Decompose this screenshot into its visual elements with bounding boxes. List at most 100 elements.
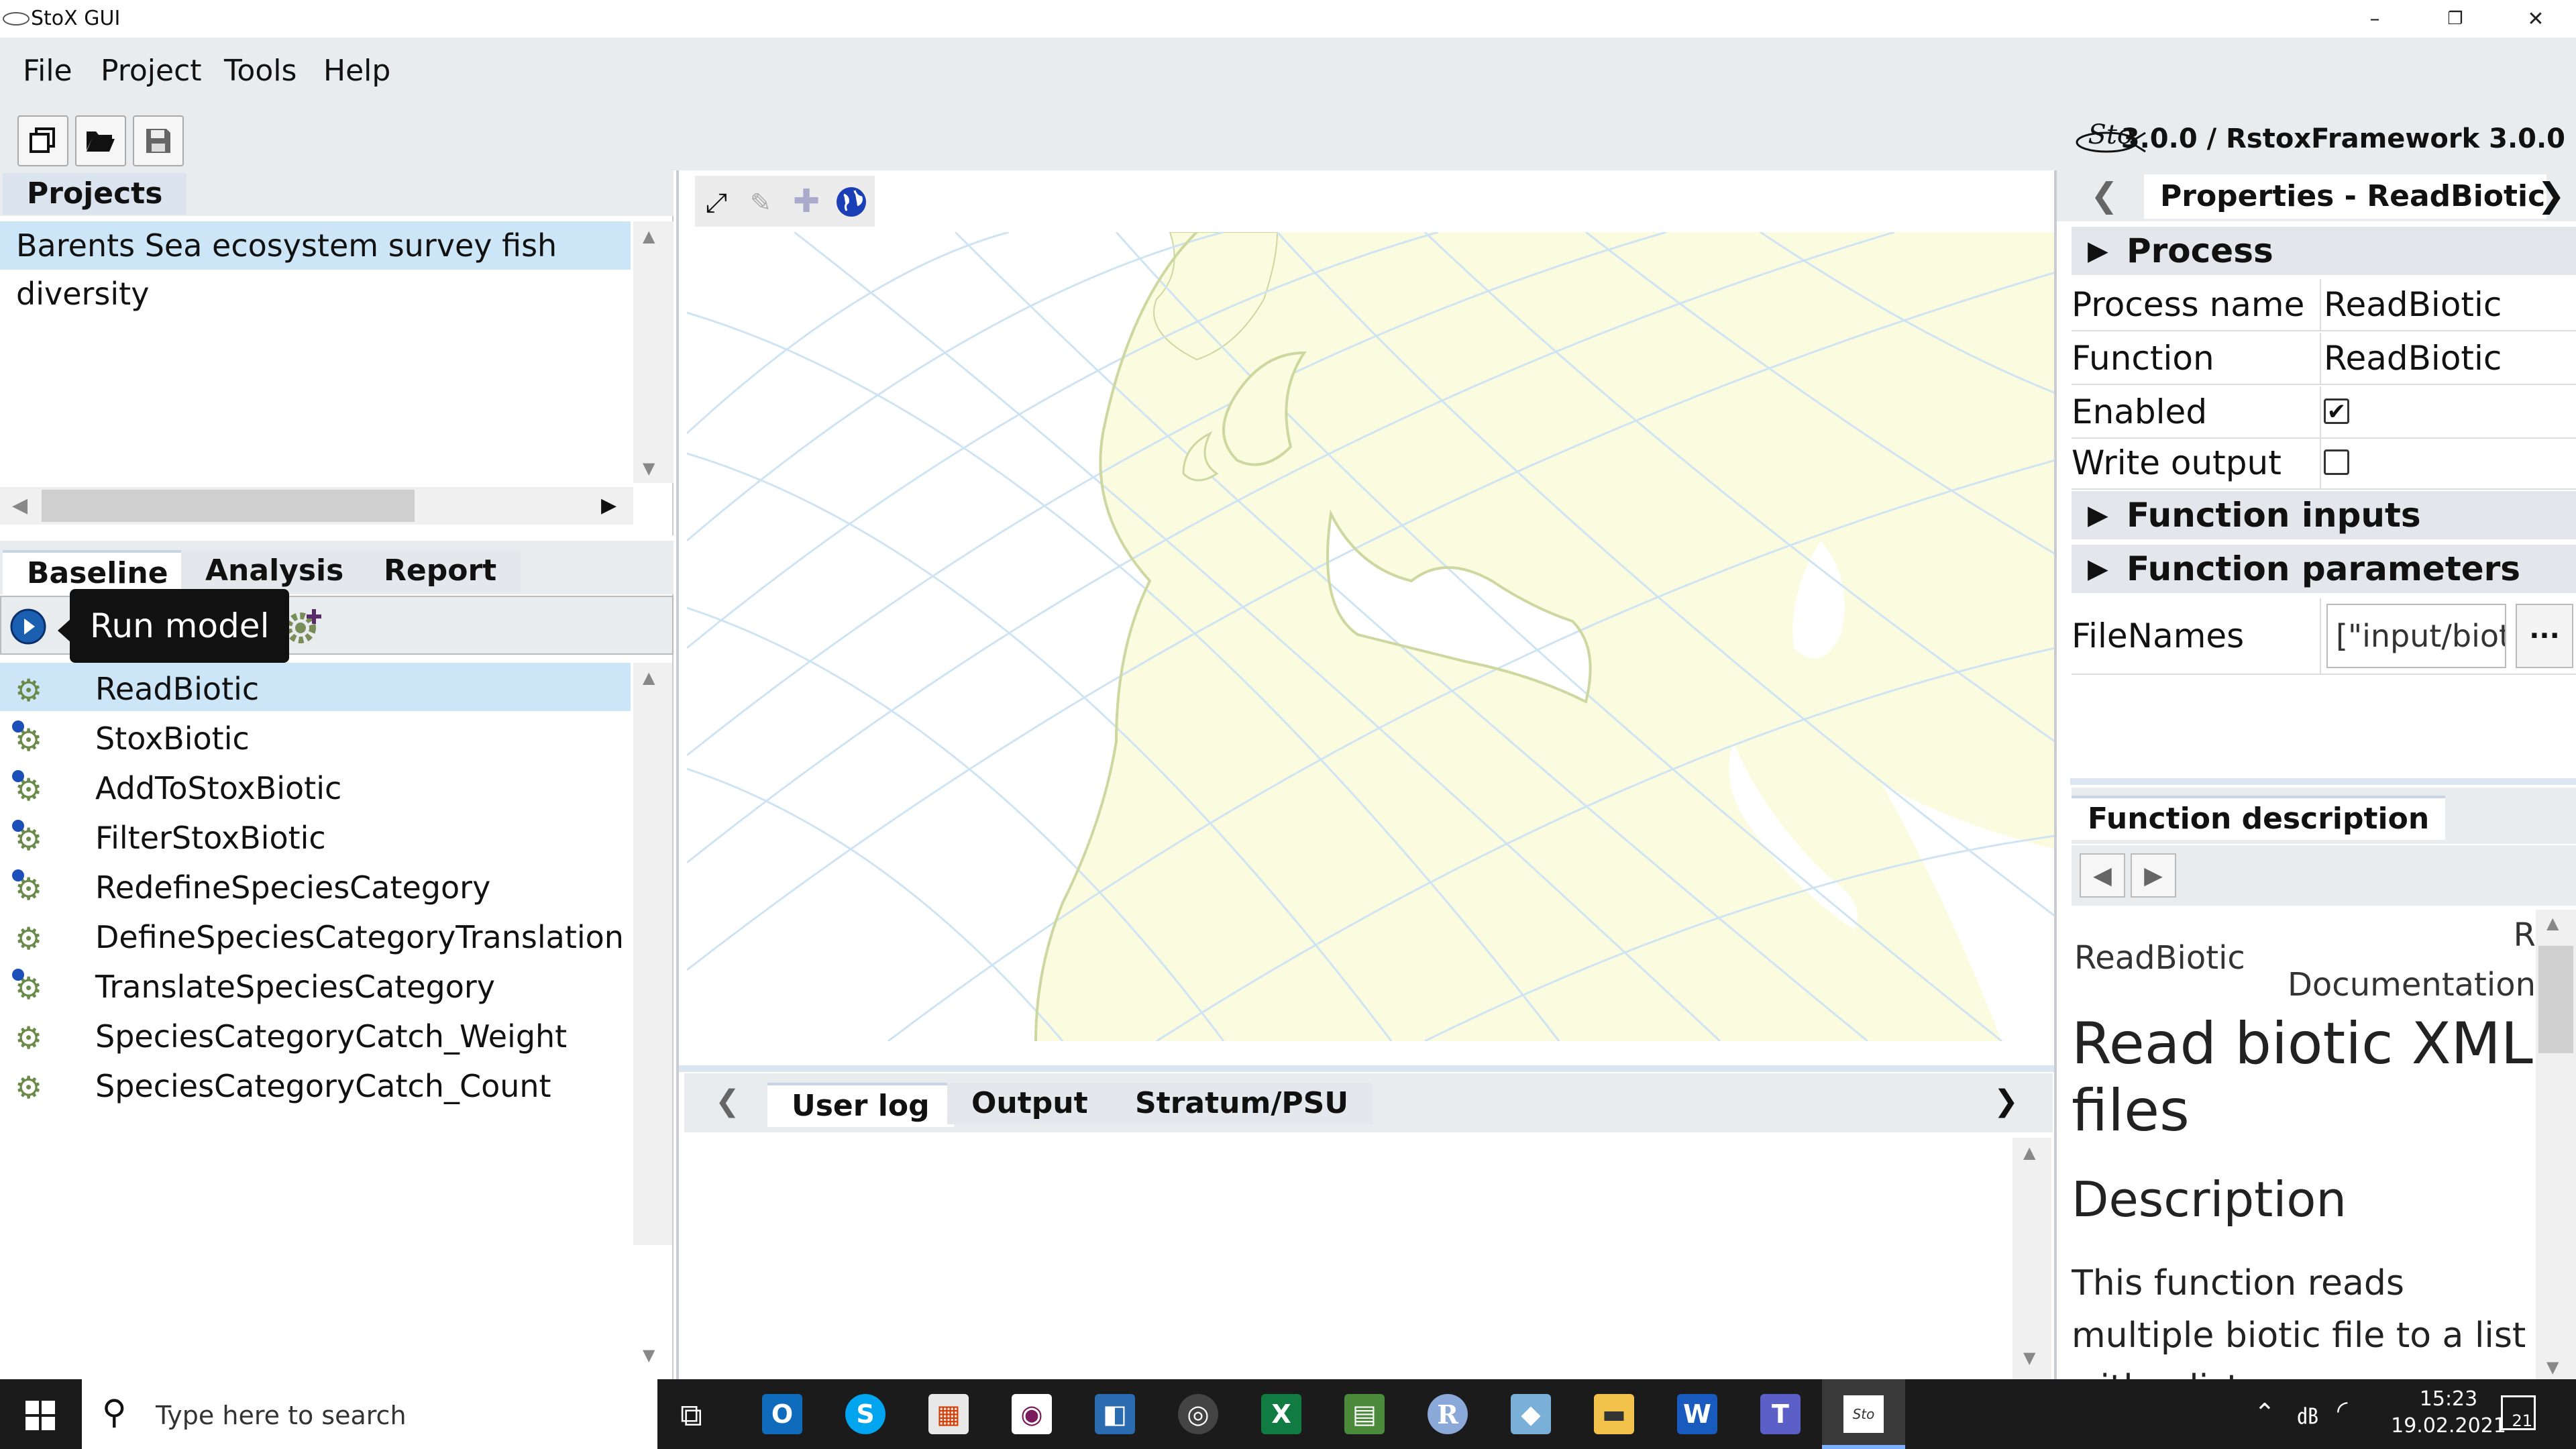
doc-label: Documentation <box>2287 966 2536 1004</box>
edit-pencil-icon[interactable]: ✎ <box>750 188 771 217</box>
close-button[interactable]: ✕ <box>2496 0 2576 38</box>
tabs-left-icon[interactable]: ❮ <box>715 1084 740 1118</box>
outlook-icon[interactable]: O <box>762 1394 802 1434</box>
tab-analysis[interactable]: Analysis <box>181 550 368 592</box>
filenames-input[interactable]: ["input/biot <box>2326 604 2506 668</box>
scroll-down-icon[interactable]: ▼ <box>643 1346 655 1364</box>
process-item-speciescategorycatch-weight[interactable]: ⚙ SpeciesCategoryCatch_Weight <box>0 1010 631 1059</box>
run-model-button[interactable] <box>9 608 47 645</box>
enabled-checkbox[interactable]: ✔ <box>2324 398 2349 424</box>
splitter-center[interactable] <box>679 1065 2054 1072</box>
file-explorer-icon[interactable]: ▬ <box>1594 1394 1634 1434</box>
process-name-field[interactable]: ReadBiotic <box>2324 279 2502 330</box>
prop-row-process-name: Process name ReadBiotic <box>2072 279 2576 331</box>
taskbar-search-box[interactable]: ⚲ Type here to search <box>82 1379 657 1449</box>
map-canvas[interactable] <box>687 232 2055 1041</box>
section-function-parameters[interactable]: ▶ Function parameters <box>2072 545 2576 593</box>
tab-baseline[interactable]: Baseline <box>3 550 193 594</box>
tab-stratum-psu[interactable]: Stratum/PSU <box>1111 1083 1373 1124</box>
app-icon-4[interactable]: ▤ <box>1344 1394 1385 1434</box>
excel-icon[interactable]: X <box>1261 1394 1301 1434</box>
app-icon-5[interactable]: ◆ <box>1511 1394 1551 1434</box>
language-icon[interactable]: ㏈ <box>2297 1399 2318 1430</box>
word-icon[interactable]: W <box>1677 1394 1717 1434</box>
function-field[interactable]: ReadBiotic <box>2324 333 2502 384</box>
forward-button[interactable]: ▶ <box>2131 853 2176 898</box>
tab-properties[interactable]: Properties - ReadBiotic <box>2144 174 2546 219</box>
process-item-speciescategorycatch-count[interactable]: ⚙ SpeciesCategoryCatch_Count <box>0 1060 631 1108</box>
scroll-down-icon[interactable]: ▼ <box>2546 1358 2559 1377</box>
scroll-right-icon[interactable]: ▶ <box>601 494 616 517</box>
windows-start-icon[interactable] <box>25 1401 55 1430</box>
menu-project[interactable]: Project <box>101 54 202 88</box>
zoom-extent-icon[interactable]: ⤢ <box>706 188 727 219</box>
scroll-down-icon[interactable]: ▼ <box>643 459 655 478</box>
open-project-button[interactable] <box>75 115 126 166</box>
menu-file[interactable]: File <box>23 54 72 88</box>
doc-r-label: R <box>2513 916 2536 954</box>
maximize-button[interactable]: ❐ <box>2415 0 2496 38</box>
process-item-readbiotic[interactable]: ⚙ ReadBiotic <box>0 663 631 711</box>
show-hidden-icons[interactable]: ⌃ <box>2254 1398 2275 1428</box>
save-project-button[interactable] <box>133 115 184 166</box>
menu-tools[interactable]: Tools <box>224 54 297 88</box>
save-icon <box>146 129 170 153</box>
notification-center-icon[interactable]: 21 <box>2501 1395 2536 1430</box>
tabs-right-icon[interactable]: ❯ <box>1994 1084 2019 1118</box>
clock-date: 19.02.2021 <box>2391 1414 2506 1438</box>
scroll-left-icon[interactable]: ◀ <box>12 494 28 517</box>
minimize-button[interactable]: – <box>2334 0 2415 38</box>
projects-hscroll-thumb[interactable] <box>42 490 415 522</box>
teams-icon[interactable]: T <box>1760 1394 1801 1434</box>
filenames-browse-button[interactable]: ··· <box>2516 604 2573 668</box>
description-scroll-thumb[interactable] <box>2538 946 2573 1053</box>
project-item[interactable]: Barents Sea ecosystem survey fish divers… <box>0 221 631 312</box>
r-icon[interactable]: R <box>1428 1394 1468 1434</box>
tab-user-log[interactable]: User log <box>767 1083 954 1127</box>
description-panel: Function description ◀ ▶ ReadBiotic R Do… <box>2057 778 2576 1379</box>
write-output-checkbox[interactable] <box>2324 449 2349 475</box>
globe-icon[interactable] <box>835 185 868 219</box>
properties-prev-icon[interactable]: ❮ <box>2090 176 2118 215</box>
tab-report[interactable]: Report <box>360 550 521 592</box>
output-dot-icon <box>12 720 24 733</box>
clock[interactable]: 15:23 19.02.2021 <box>2375 1386 2522 1442</box>
process-item-filterstoxbiotic[interactable]: ⚙ FilterStoxBiotic <box>0 812 631 860</box>
section-function-inputs[interactable]: ▶ Function inputs <box>2072 491 2576 539</box>
log-scrollbar[interactable] <box>2012 1138 2051 1379</box>
add-point-icon[interactable]: ✚ <box>793 182 820 220</box>
app-icon-3[interactable]: ◎ <box>1178 1394 1218 1434</box>
wifi-icon[interactable]: ◜ <box>2337 1395 2348 1426</box>
process-list: ⚙ ReadBiotic ⚙ StoxBiotic ⚙ AddToStoxBiotic… <box>0 663 633 1379</box>
app-icon-2[interactable]: ◧ <box>1095 1394 1135 1434</box>
new-project-button[interactable] <box>17 115 68 166</box>
store-icon[interactable]: ▦ <box>928 1394 969 1434</box>
scroll-down-icon[interactable]: ▼ <box>2023 1348 2035 1367</box>
scroll-up-icon[interactable]: ▲ <box>643 668 655 687</box>
scroll-up-icon[interactable]: ▲ <box>2546 914 2559 932</box>
scroll-up-icon[interactable]: ▲ <box>2023 1143 2035 1162</box>
projects-vscrollbar[interactable] <box>633 221 674 483</box>
splitter-properties[interactable] <box>2070 778 2576 785</box>
properties-next-icon[interactable]: ❯ <box>2537 176 2565 215</box>
prop-label: Process name <box>2072 279 2321 330</box>
task-view-icon[interactable]: ⧉ <box>680 1397 702 1434</box>
process-item-translatespeciescategory[interactable]: ⚙ TranslateSpeciesCategory <box>0 961 631 1009</box>
tab-output[interactable]: Output <box>947 1083 1112 1124</box>
map-panel: ⤢ ✎ ✚ <box>678 170 2055 1041</box>
process-item-redefinespeciescategory[interactable]: ⚙ RedefineSpeciesCategory <box>0 861 631 910</box>
process-list-scrollbar[interactable] <box>633 663 672 1245</box>
process-item-addtostoxbiotic[interactable]: ⚙ AddToStoxBiotic <box>0 762 631 810</box>
process-item-definespeciescategorytranslation[interactable]: ⚙ DefineSpeciesCategoryTranslation <box>0 911 631 959</box>
app-icon-1[interactable]: ◉ <box>1012 1394 1052 1434</box>
section-process[interactable]: ▶ Process <box>2072 227 2576 275</box>
menu-help[interactable]: Help <box>323 54 390 88</box>
stox-taskbar-button[interactable]: Sto <box>1822 1379 1905 1449</box>
tab-projects[interactable]: Projects <box>3 173 187 215</box>
back-button[interactable]: ◀ <box>2080 853 2125 898</box>
tab-function-description[interactable]: Function description <box>2072 796 2446 840</box>
splitter-left[interactable] <box>676 170 679 1379</box>
process-item-stoxbiotic[interactable]: ⚙ StoxBiotic <box>0 712 631 761</box>
skype-icon[interactable]: S <box>845 1394 885 1434</box>
scroll-up-icon[interactable]: ▲ <box>643 227 655 246</box>
